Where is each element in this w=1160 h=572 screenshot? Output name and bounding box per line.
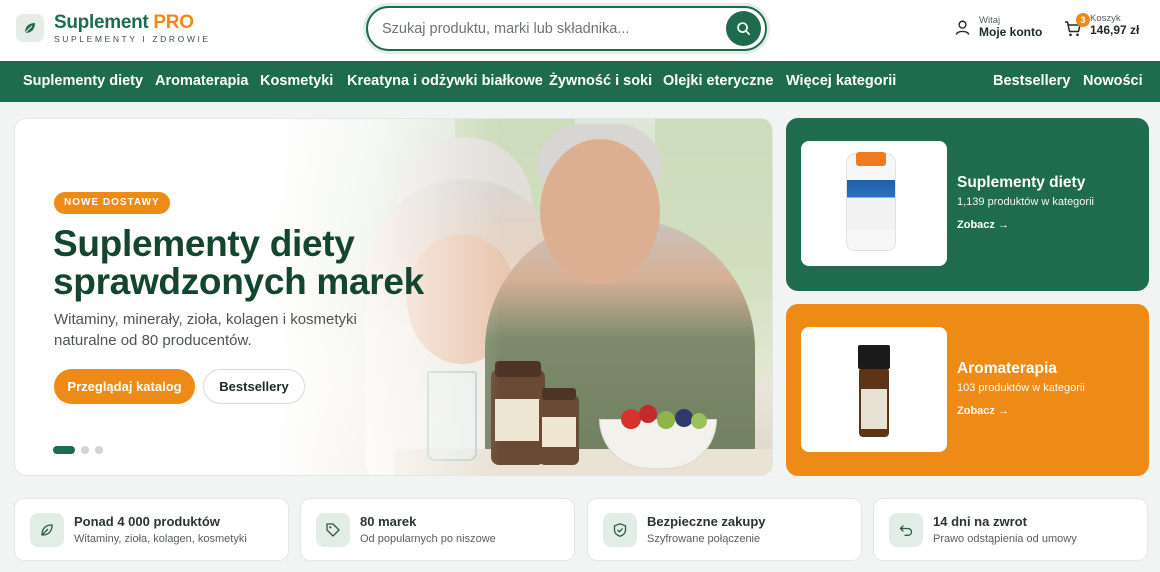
category-card-aromaterapia[interactable]: Aromaterapia 103 produktów w kategorii Z… [786, 304, 1149, 476]
search-bar [366, 6, 767, 51]
cart-link[interactable]: 3 Koszyk 146,97 zł [1064, 12, 1140, 38]
feature-subtitle: Prawo odstąpienia od umowy [933, 533, 1077, 545]
brand-tagline: SUPLEMENTY I ZDROWIE [54, 34, 211, 44]
feature-secure: Bezpieczne zakupy Szyfrowane połączenie [587, 498, 862, 561]
card-product-count: 103 produktów w kategorii [957, 382, 1085, 394]
feature-title: 80 marek [360, 514, 417, 529]
logo[interactable]: Suplement PRO SUPLEMENTY I ZDROWIE [16, 13, 211, 44]
card-title: Suplementy diety [957, 174, 1086, 191]
carousel-dot-2[interactable] [81, 446, 89, 454]
tag-icon [316, 513, 350, 547]
category-card-suplementy[interactable]: Suplementy diety 1,139 produktów w kateg… [786, 118, 1149, 291]
feature-subtitle: Szyfrowane połączenie [647, 533, 761, 545]
nav-item-aromaterapia[interactable]: Aromaterapia [155, 73, 248, 89]
nav-item-zywnosc[interactable]: Żywność i soki [549, 73, 652, 89]
carousel-dot-3[interactable] [95, 446, 103, 454]
product-image-supplement [801, 141, 947, 266]
feature-title: Bezpieczne zakupy [647, 514, 766, 529]
search-button[interactable] [726, 11, 761, 46]
card-title: Aromaterapia [957, 360, 1057, 377]
cart-total: 146,97 zł [1090, 23, 1140, 38]
new-arrivals-badge: NOWE DOSTAWY [54, 192, 170, 214]
card-product-count: 1,139 produktów w kategorii [957, 196, 1094, 208]
bestsellers-button[interactable]: Bestsellery [203, 369, 305, 404]
feature-brands: 80 marek Od popularnych po niszowe [300, 498, 575, 561]
product-image-essential-oil [801, 327, 947, 452]
leaf-icon [30, 513, 64, 547]
search-input[interactable] [382, 17, 712, 41]
search-icon [737, 22, 750, 35]
carousel-dot-1[interactable] [53, 446, 75, 454]
return-icon [889, 513, 923, 547]
nav-item-bestsellery[interactable]: Bestsellery [993, 73, 1070, 89]
user-icon [955, 20, 970, 36]
browse-catalog-button[interactable]: Przeglądaj katalog [54, 369, 195, 404]
feature-title: Ponad 4 000 produktów [74, 514, 220, 529]
carousel-dots [53, 446, 103, 454]
account-label: Moje konto [979, 25, 1043, 40]
account-link[interactable]: Witaj Moje konto [954, 15, 1043, 40]
leaf-logo-icon [16, 14, 44, 43]
brand-name-accent: PRO [153, 12, 194, 33]
feature-subtitle: Od popularnych po niszowe [360, 533, 496, 545]
nav-item-wiecej[interactable]: Więcej kategorii [786, 73, 896, 89]
card-see-more-link[interactable]: Zobacz → [957, 219, 1009, 231]
feature-subtitle: Witaminy, zioła, kolagen, kosmetyki [74, 533, 247, 545]
nav-item-kosmetyki[interactable]: Kosmetyki [260, 73, 333, 89]
main-nav: Suplementy diety Aromaterapia Kosmetyki … [0, 61, 1160, 102]
hero-subtitle: Witaminy, minerały, zioła, kolagen i kos… [54, 311, 357, 349]
feature-returns: 14 dni na zwrot Prawo odstąpienia od umo… [873, 498, 1148, 561]
shield-icon [603, 513, 637, 547]
site-header: Suplement PRO SUPLEMENTY I ZDROWIE Witaj… [0, 0, 1160, 61]
nav-item-suplementy[interactable]: Suplementy diety [23, 73, 143, 89]
hero-banner[interactable]: NOWE DOSTAWY Suplementy diety sprawdzony… [14, 118, 773, 476]
nav-item-nowosci[interactable]: Nowości [1083, 73, 1143, 89]
feature-products: Ponad 4 000 produktów Witaminy, zioła, k… [14, 498, 289, 561]
card-see-more-link[interactable]: Zobacz → [957, 405, 1009, 417]
cart-count-badge: 3 [1076, 12, 1090, 27]
brand-name: Suplement PRO [54, 13, 211, 32]
brand-name-main: Suplement [54, 12, 149, 33]
nav-item-olejki[interactable]: Olejki eteryczne [663, 73, 773, 89]
feature-title: 14 dni na zwrot [933, 514, 1027, 529]
hero-title: Suplementy diety sprawdzonych marek [53, 223, 424, 302]
nav-item-kreatyna[interactable]: Kreatyna i odżywki białkowe [347, 73, 543, 89]
